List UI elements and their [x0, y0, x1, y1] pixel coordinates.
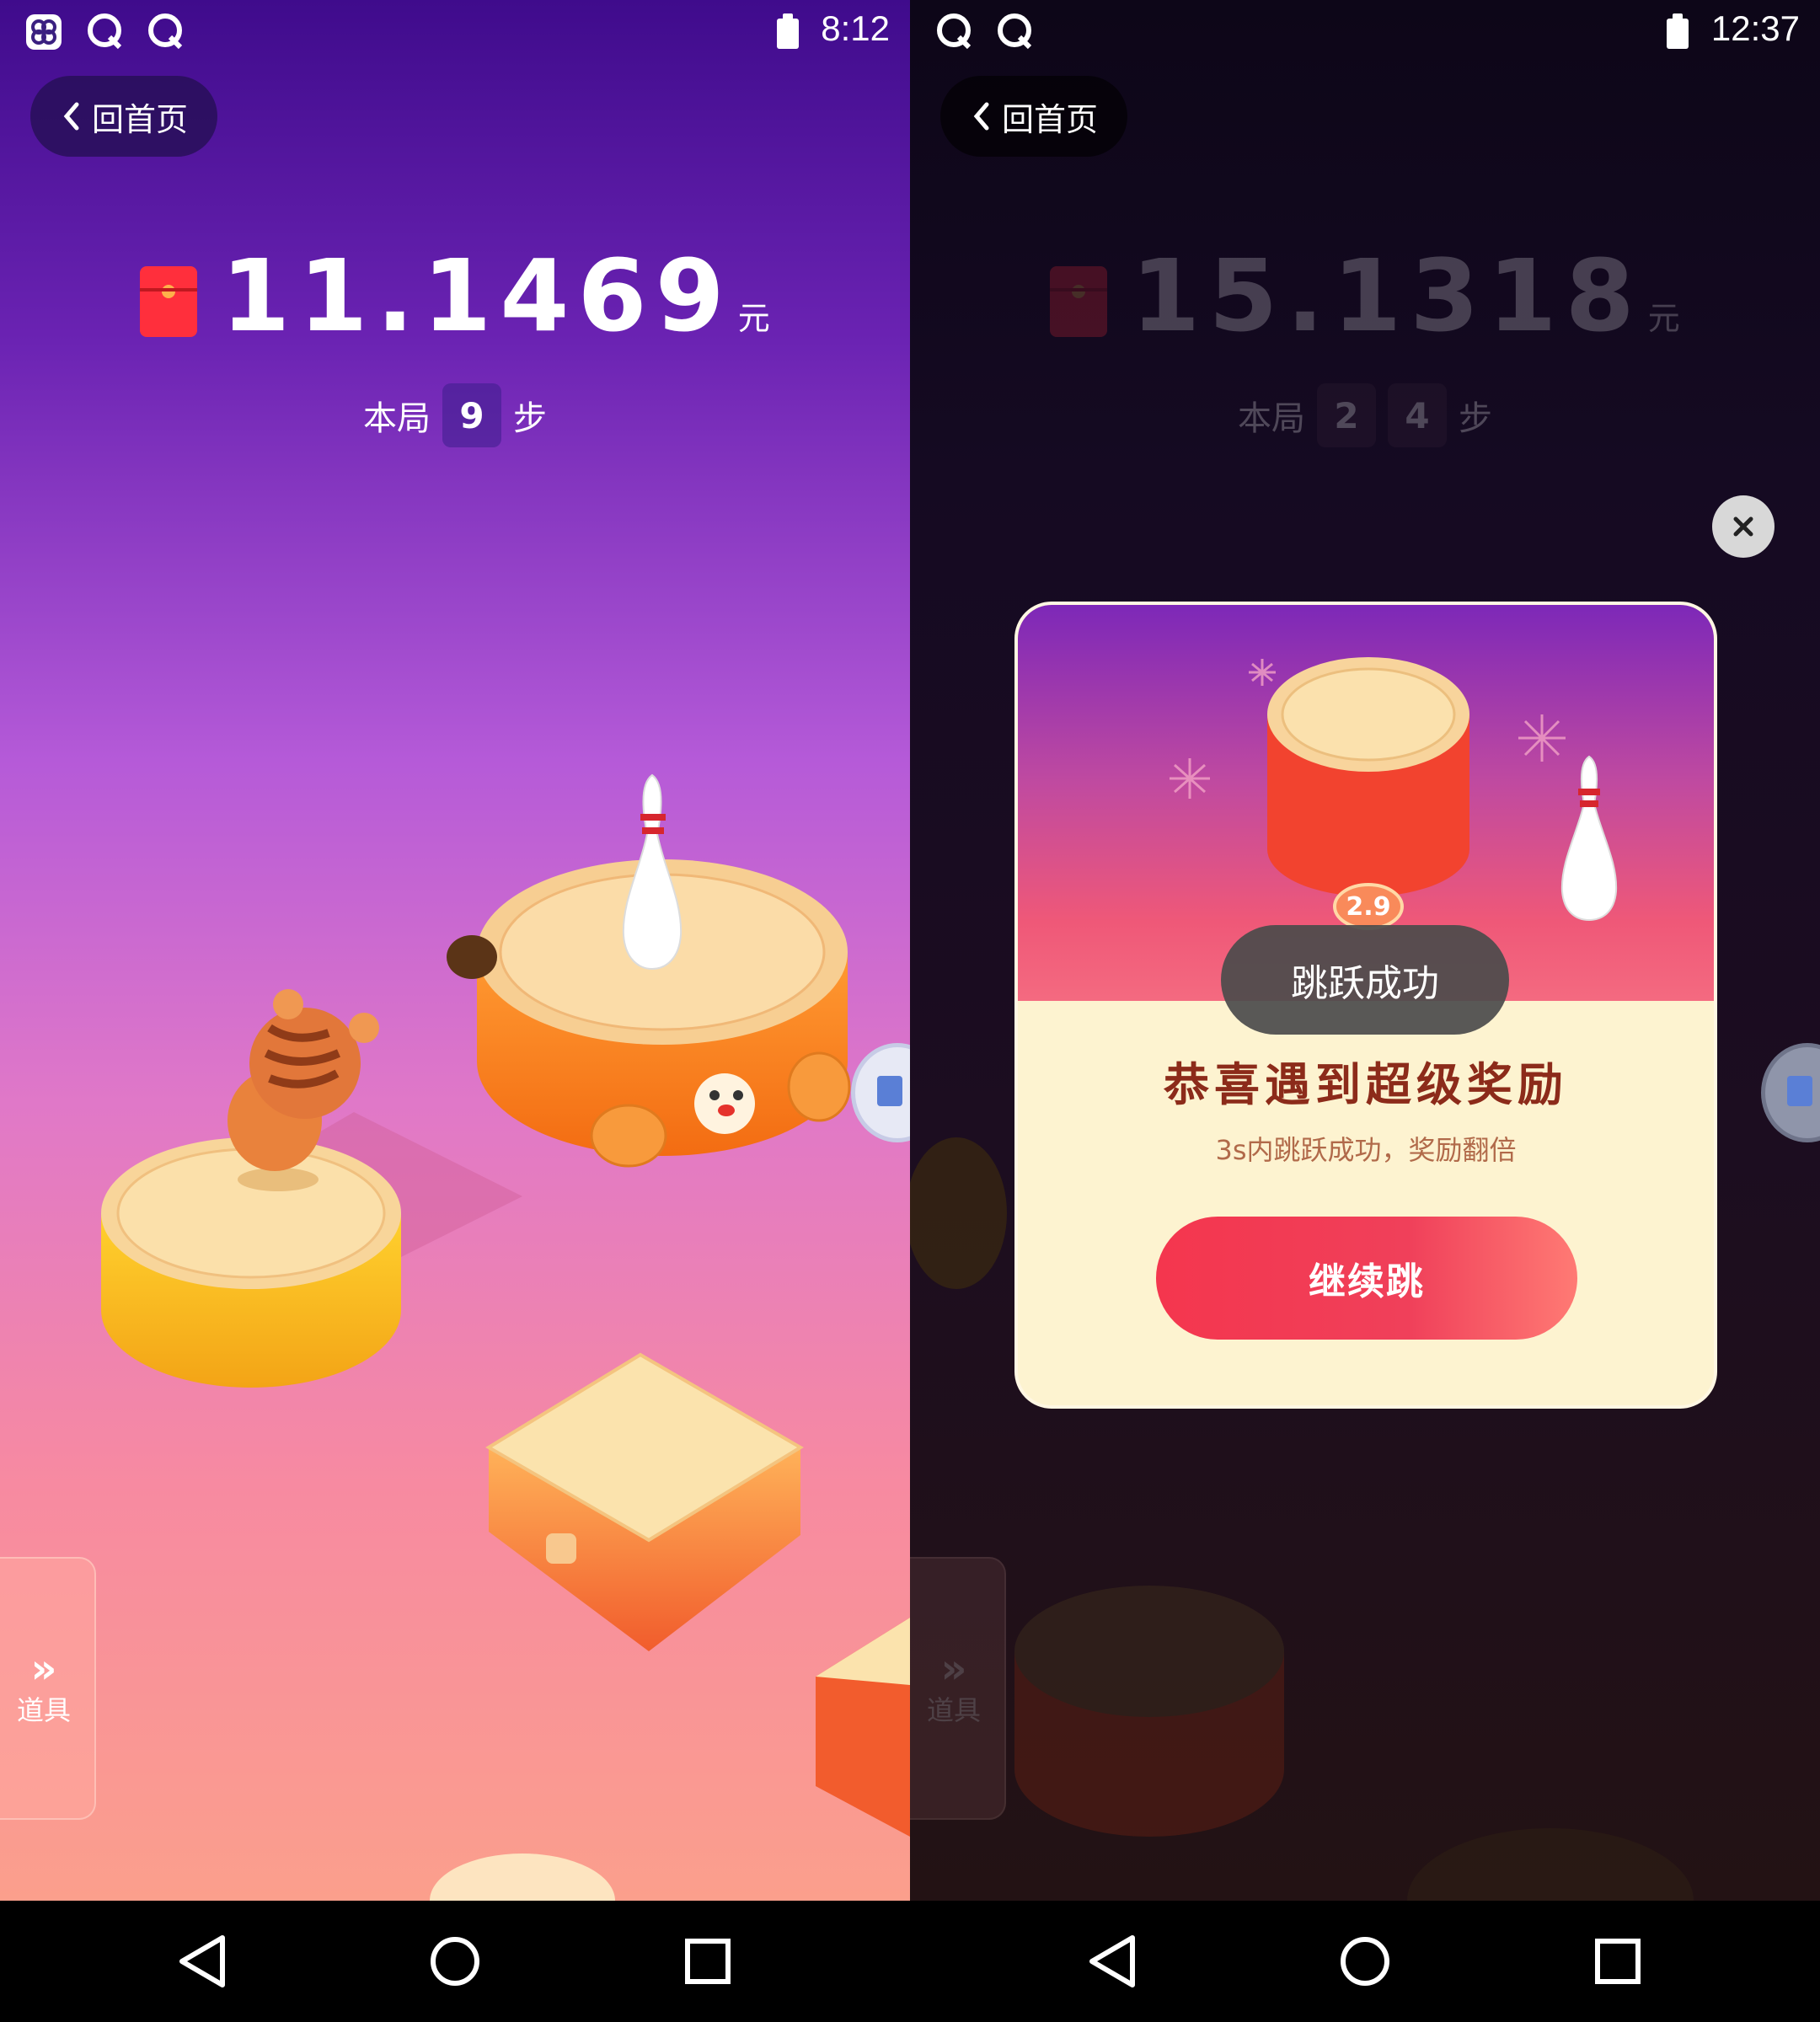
left-screen: 8:12 回首页 11.1469 元 本局 9 步 » 道具: [0, 0, 910, 2022]
balance-unit: 元: [1647, 300, 1680, 337]
navigation-bar: [0, 1901, 910, 2022]
reward-drum: 2.9: [1267, 657, 1469, 930]
recents-nav-icon[interactable]: [647, 1901, 768, 2022]
dim-drum-platform: [1014, 1586, 1284, 1837]
battery-icon: [777, 13, 799, 49]
step-digit: 4: [1388, 383, 1447, 447]
dim-platform: [910, 1137, 1007, 1289]
bowling-pin: [1560, 755, 1618, 922]
app-icon: [26, 14, 62, 50]
step-prefix: 本局: [363, 399, 431, 438]
navigation-bar: [910, 1901, 1820, 2022]
square-box-platform: [485, 1352, 804, 1651]
balance-display: 15.1318 元: [910, 244, 1820, 345]
status-bar: 12:37: [910, 0, 1820, 64]
chevron-left-icon: [63, 102, 79, 131]
close-icon: [1733, 516, 1753, 537]
step-digit: 2: [1317, 383, 1376, 447]
close-dialog-button[interactable]: [1712, 495, 1774, 558]
qq-icon: [937, 13, 972, 50]
recents-nav-icon[interactable]: [1557, 1901, 1678, 2022]
qq-icon: [148, 13, 183, 50]
back-home-button[interactable]: 回首页: [30, 76, 217, 157]
app-root: 8:12 回首页 11.1469 元 本局 9 步 » 道具 12:37 回首页…: [0, 0, 1820, 2022]
back-nav-icon[interactable]: [142, 1901, 263, 2022]
red-envelope-icon: [140, 266, 198, 337]
partial-bottom-platform: [430, 1854, 615, 1901]
dim-bottom-platform: [1407, 1828, 1694, 1901]
home-nav-icon[interactable]: [394, 1901, 516, 2022]
red-envelope-icon: [1050, 266, 1108, 337]
step-counter: 本局 2 4 步: [910, 383, 1820, 447]
balance-amount: 11.1469: [221, 238, 733, 354]
right-screen: 12:37 回首页 15.1318 元 本局 2 4 步 » 道具 2.9 恭喜…: [910, 0, 1820, 2022]
step-suffix: 步: [1459, 399, 1492, 438]
dialog-title: 恭喜遇到超级奖励: [1164, 1057, 1568, 1111]
dialog-subtitle: 3s内跳跃成功，奖励翻倍: [1215, 1134, 1517, 1166]
balance-display: 11.1469 元: [0, 244, 910, 345]
balance-unit: 元: [737, 300, 770, 337]
back-nav-icon[interactable]: [1052, 1901, 1173, 2022]
back-home-button[interactable]: 回首页: [940, 76, 1127, 157]
double-chevron-right-icon: »: [30, 1645, 57, 1693]
tools-label: 道具: [926, 1694, 981, 1726]
chevron-left-icon: [973, 102, 989, 131]
back-home-label: 回首页: [91, 102, 188, 138]
back-home-label: 回首页: [1001, 102, 1098, 138]
partial-box-platform: [816, 1618, 910, 1837]
tools-drawer-tab[interactable]: » 道具: [910, 1557, 1006, 1820]
qq-icon: [998, 13, 1032, 50]
jump-success-toast: 跳跃成功: [1221, 925, 1509, 1035]
status-bar: 8:12: [0, 0, 910, 64]
step-counter: 本局 9 步: [0, 383, 910, 447]
step-digit: 9: [442, 383, 501, 447]
continue-jump-button[interactable]: 继续跳: [1156, 1217, 1577, 1340]
balance-amount: 15.1318: [1131, 238, 1643, 354]
qq-icon: [88, 13, 122, 50]
tools-label: 道具: [16, 1694, 71, 1726]
step-prefix: 本局: [1238, 399, 1305, 438]
drum-value: 2.9: [1346, 892, 1390, 922]
double-chevron-right-icon: »: [940, 1645, 967, 1693]
status-time: 12:37: [1710, 8, 1800, 48]
step-suffix: 步: [513, 399, 547, 438]
home-nav-icon[interactable]: [1304, 1901, 1426, 2022]
status-time: 8:12: [821, 8, 890, 48]
battery-icon: [1667, 13, 1689, 49]
tools-drawer-tab[interactable]: » 道具: [0, 1557, 96, 1820]
